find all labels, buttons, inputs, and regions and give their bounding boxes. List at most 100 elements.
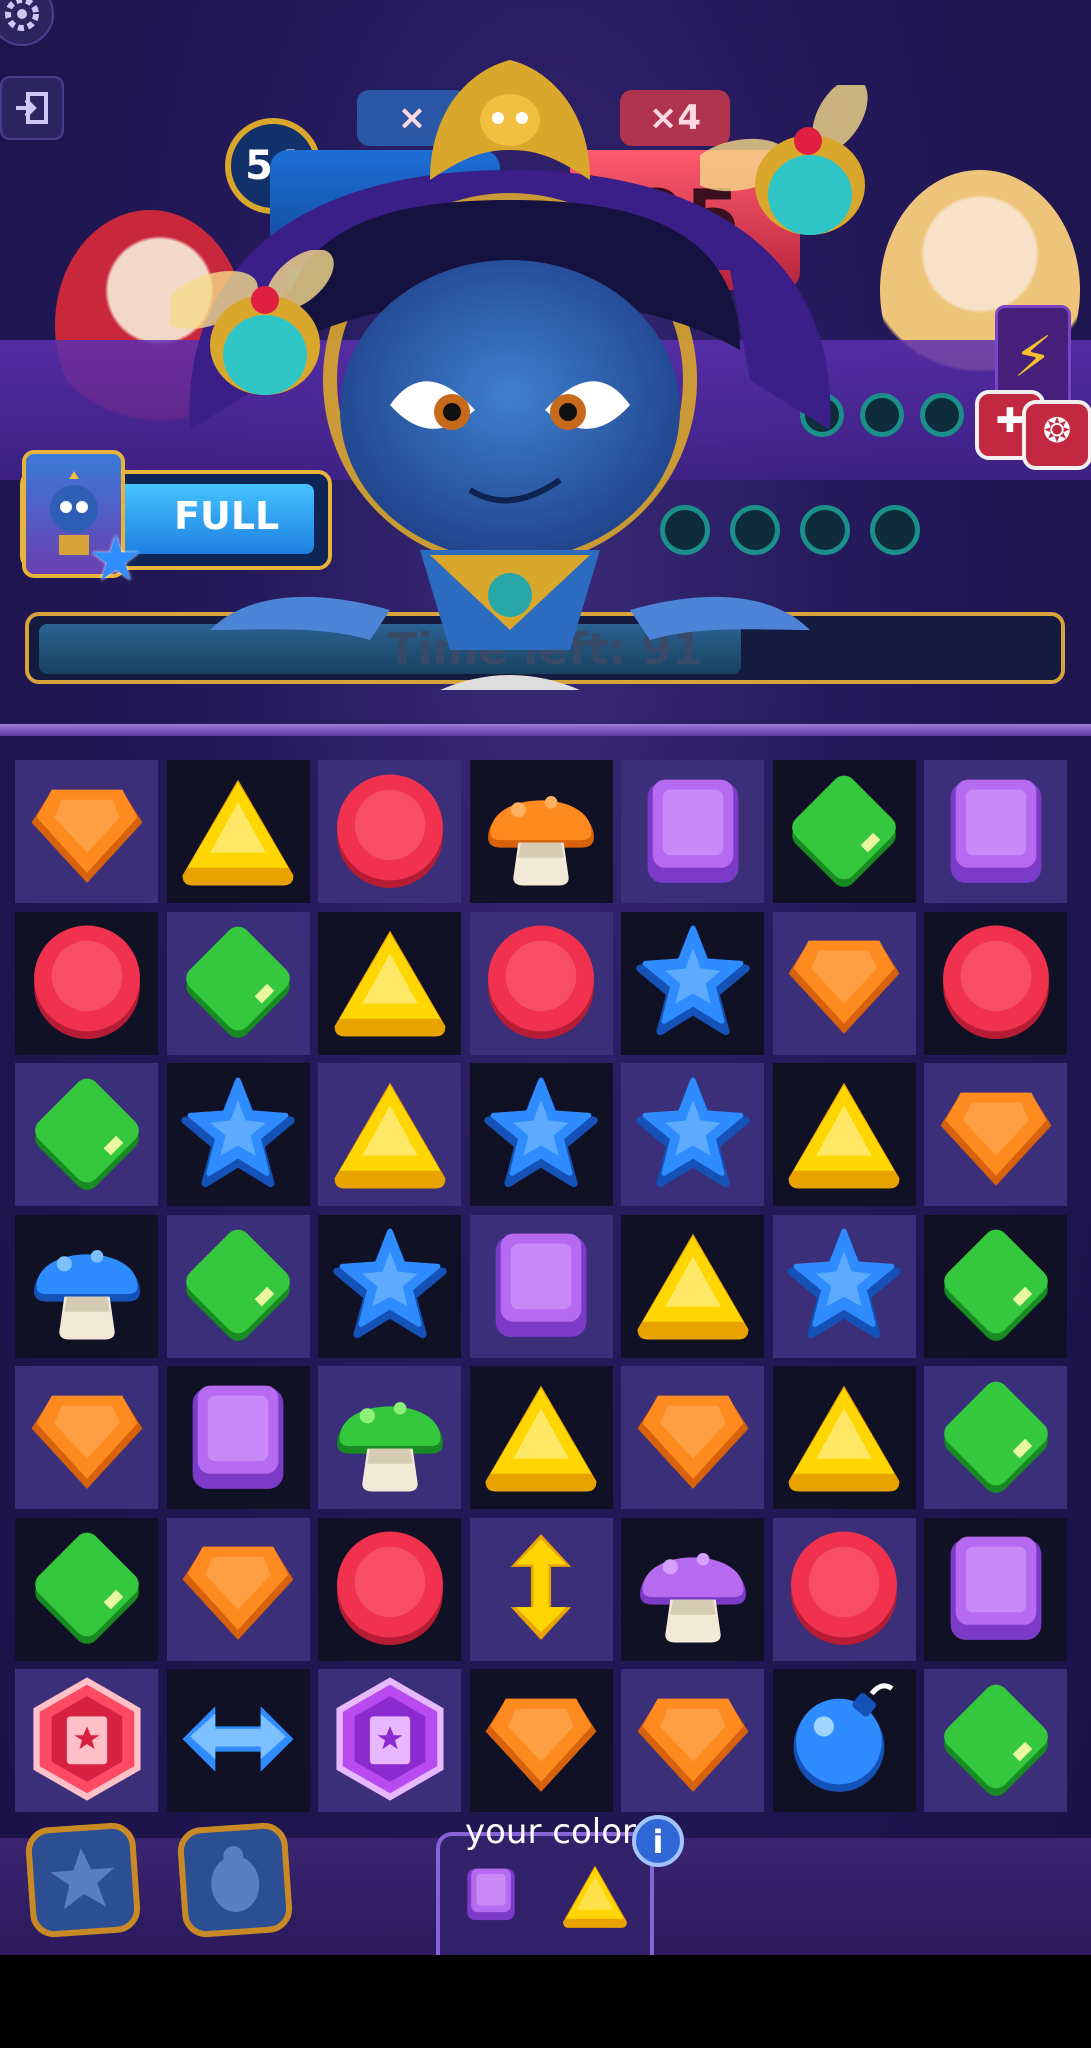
board-cell[interactable] bbox=[924, 1366, 1067, 1509]
board-cell[interactable] bbox=[621, 1669, 764, 1812]
board-cell[interactable] bbox=[318, 1214, 461, 1358]
board-cell[interactable] bbox=[772, 1366, 916, 1509]
green-gem-icon[interactable] bbox=[175, 1221, 301, 1351]
board-cell[interactable] bbox=[924, 1517, 1067, 1661]
board-cell[interactable] bbox=[166, 1517, 310, 1661]
board-cell[interactable] bbox=[318, 760, 461, 903]
board-cell[interactable] bbox=[621, 1214, 764, 1358]
board-cell[interactable] bbox=[318, 1063, 461, 1206]
green-gem-icon[interactable] bbox=[933, 1676, 1059, 1806]
red-gem-icon[interactable] bbox=[327, 1524, 453, 1654]
purple-gem-icon[interactable] bbox=[630, 767, 756, 897]
yellow-gem-icon[interactable] bbox=[327, 918, 453, 1048]
board-cell[interactable] bbox=[772, 1063, 916, 1206]
board-cell[interactable] bbox=[772, 1517, 916, 1661]
purple-gem-icon[interactable] bbox=[933, 1524, 1059, 1654]
yellow-gem-icon[interactable] bbox=[781, 1373, 907, 1503]
purple-gem-icon[interactable] bbox=[175, 1373, 301, 1503]
board-cell[interactable] bbox=[924, 1214, 1067, 1358]
blue-gem-icon[interactable] bbox=[175, 1070, 301, 1200]
board-cell[interactable] bbox=[924, 760, 1067, 903]
board-cell[interactable] bbox=[166, 1214, 310, 1358]
orange-gem-icon[interactable] bbox=[933, 1070, 1059, 1200]
orange-gem-icon[interactable] bbox=[24, 767, 150, 897]
yellow-gem-icon[interactable] bbox=[478, 1373, 604, 1503]
green-gem-icon[interactable] bbox=[24, 1524, 150, 1654]
orange-gem-icon[interactable] bbox=[175, 1524, 301, 1654]
board-cell[interactable] bbox=[318, 1669, 461, 1812]
blue-gem-icon[interactable] bbox=[327, 1221, 453, 1351]
board-cell[interactable] bbox=[772, 1214, 916, 1358]
board-cell[interactable] bbox=[15, 1063, 158, 1206]
yellow-gem-icon[interactable] bbox=[781, 1070, 907, 1200]
bomb-gem-icon[interactable] bbox=[781, 1676, 907, 1806]
board-cell[interactable] bbox=[15, 911, 158, 1055]
star-power-icon[interactable] bbox=[24, 1821, 142, 1939]
board-cell[interactable] bbox=[469, 1214, 613, 1358]
red-gem-icon[interactable] bbox=[24, 918, 150, 1048]
board-cell[interactable] bbox=[772, 760, 916, 903]
board-cell[interactable] bbox=[621, 911, 764, 1055]
red-book-gem-icon[interactable] bbox=[24, 1676, 150, 1806]
board-cell[interactable] bbox=[15, 760, 158, 903]
purple-gem-icon[interactable] bbox=[933, 767, 1059, 897]
horizontal-arrow-gem-icon[interactable] bbox=[175, 1676, 301, 1806]
board-cell[interactable] bbox=[924, 1063, 1067, 1206]
board-cell[interactable] bbox=[469, 1517, 613, 1661]
board-cell[interactable] bbox=[15, 1517, 158, 1661]
board-cell[interactable] bbox=[15, 1366, 158, 1509]
purple-gem-icon[interactable] bbox=[478, 1221, 604, 1351]
blue-gem-icon[interactable] bbox=[630, 918, 756, 1048]
board-cell[interactable] bbox=[469, 1063, 613, 1206]
orange-mushroom-gem-icon[interactable] bbox=[478, 767, 604, 897]
board-cell[interactable] bbox=[469, 1669, 613, 1812]
scarab-power-icon[interactable] bbox=[176, 1821, 294, 1939]
board-cell[interactable] bbox=[924, 911, 1067, 1055]
green-gem-icon[interactable] bbox=[781, 767, 907, 897]
blue-mushroom-gem-icon[interactable] bbox=[24, 1221, 150, 1351]
board-cell[interactable] bbox=[469, 760, 613, 903]
orange-gem-icon[interactable] bbox=[630, 1373, 756, 1503]
orange-gem-icon[interactable] bbox=[781, 918, 907, 1048]
red-gem-icon[interactable] bbox=[478, 918, 604, 1048]
board-cell[interactable] bbox=[166, 1366, 310, 1509]
blue-gem-icon[interactable] bbox=[630, 1070, 756, 1200]
exit-door-icon[interactable] bbox=[0, 76, 64, 140]
orange-gem-icon[interactable] bbox=[630, 1676, 756, 1806]
board-cell[interactable] bbox=[621, 760, 764, 903]
board-cell[interactable] bbox=[15, 1214, 158, 1358]
blue-gem-icon[interactable] bbox=[478, 1070, 604, 1200]
green-gem-icon[interactable] bbox=[175, 918, 301, 1048]
green-gem-icon[interactable] bbox=[933, 1221, 1059, 1351]
board-cell[interactable] bbox=[15, 1669, 158, 1812]
board-cell[interactable] bbox=[924, 1669, 1067, 1812]
board-cell[interactable] bbox=[772, 911, 916, 1055]
board-cell[interactable] bbox=[166, 760, 310, 903]
board-cell[interactable] bbox=[772, 1669, 916, 1812]
orange-gem-icon[interactable] bbox=[24, 1373, 150, 1503]
board-cell[interactable] bbox=[318, 1366, 461, 1509]
board-cell[interactable] bbox=[469, 1366, 613, 1509]
vertical-arrow-gem-icon[interactable] bbox=[478, 1524, 604, 1654]
red-gem-icon[interactable] bbox=[933, 918, 1059, 1048]
board-cell[interactable] bbox=[166, 1669, 310, 1812]
green-gem-icon[interactable] bbox=[933, 1373, 1059, 1503]
yellow-gem-icon[interactable] bbox=[175, 767, 301, 897]
blue-gem-icon[interactable] bbox=[781, 1221, 907, 1351]
purple-mushroom-gem-icon[interactable] bbox=[630, 1524, 756, 1654]
board-cell[interactable] bbox=[469, 911, 613, 1055]
orange-gem-icon[interactable] bbox=[478, 1676, 604, 1806]
info-button[interactable]: i bbox=[632, 1815, 684, 1867]
board-cell[interactable] bbox=[621, 1366, 764, 1509]
board-cell[interactable] bbox=[318, 911, 461, 1055]
green-mushroom-gem-icon[interactable] bbox=[327, 1373, 453, 1503]
board-cell[interactable] bbox=[166, 1063, 310, 1206]
purple-book-gem-icon[interactable] bbox=[327, 1676, 453, 1806]
yellow-gem-icon[interactable] bbox=[630, 1221, 756, 1351]
settings-gear-icon[interactable] bbox=[0, 0, 54, 46]
green-gem-icon[interactable] bbox=[24, 1070, 150, 1200]
yellow-gem-icon[interactable] bbox=[327, 1070, 453, 1200]
red-gem-icon[interactable] bbox=[327, 767, 453, 897]
red-gem-icon[interactable] bbox=[781, 1524, 907, 1654]
board-cell[interactable] bbox=[621, 1063, 764, 1206]
